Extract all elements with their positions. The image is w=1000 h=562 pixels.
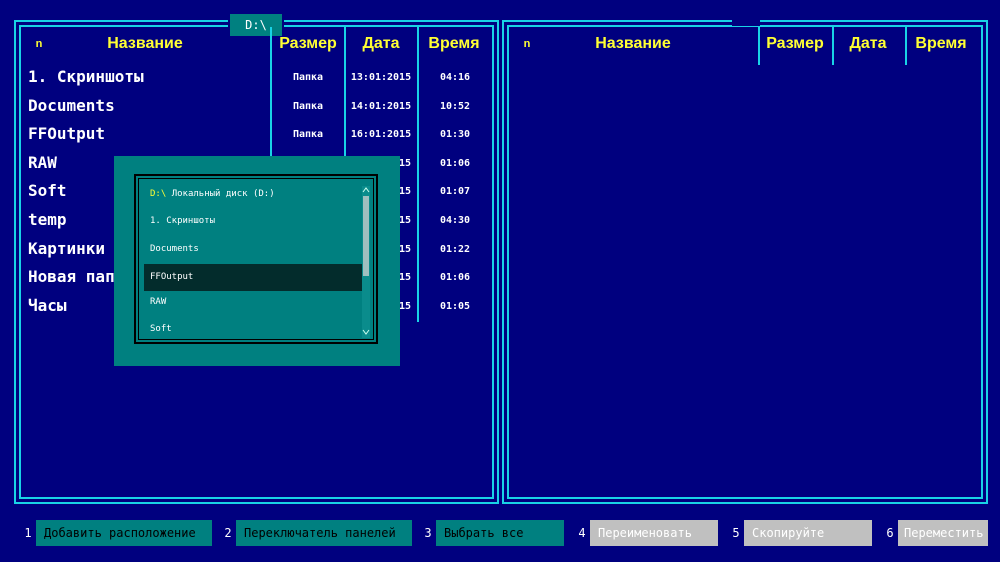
- scroll-thumb[interactable]: [363, 196, 369, 276]
- add-location-button[interactable]: Добавить расположение: [36, 520, 212, 546]
- dialog-item[interactable]: Documents: [144, 236, 366, 263]
- list-item-time: 01:22: [439, 244, 471, 255]
- fkey-6: 6 Переместить: [884, 520, 988, 546]
- left-header-time[interactable]: Время: [419, 26, 489, 62]
- fkey-4: 4 Переименовать: [576, 520, 718, 546]
- fkey-3: 3 Выбрать все: [422, 520, 564, 546]
- list-item-name[interactable]: Documents: [28, 96, 115, 115]
- list-item-name[interactable]: 1. Скриншоты: [28, 67, 144, 86]
- list-item-time: 01:06: [439, 272, 471, 283]
- left-header-date[interactable]: Дата: [346, 26, 416, 62]
- right-panel-inner-border: [507, 25, 983, 499]
- fkey-1: 1 Добавить расположение: [22, 520, 212, 546]
- dialog-scrollbar[interactable]: [362, 186, 370, 338]
- list-item-date: 16:01:2015: [350, 129, 412, 140]
- right-column-divider-2: [832, 27, 834, 65]
- list-item-name[interactable]: RAW: [28, 153, 57, 172]
- right-file-panel[interactable]: [502, 20, 988, 504]
- move-button[interactable]: Переместить: [898, 520, 988, 546]
- list-item-time: 01:30: [439, 129, 471, 140]
- list-item-size: Папка: [292, 129, 324, 140]
- select-all-button[interactable]: Выбрать все: [436, 520, 564, 546]
- copy-button[interactable]: Скопируйте: [744, 520, 872, 546]
- list-item-name[interactable]: Soft: [28, 181, 67, 200]
- list-item-name[interactable]: temp: [28, 210, 67, 229]
- fkey-number: 3: [424, 526, 432, 540]
- fkey-2: 2 Переключатель панелей: [222, 520, 412, 546]
- dialog-item[interactable]: Soft: [144, 316, 366, 343]
- fkey-number: 4: [578, 526, 586, 540]
- left-header-n[interactable]: n: [30, 26, 48, 62]
- left-header-name[interactable]: Название: [60, 26, 230, 62]
- list-item-time: 01:06: [439, 158, 471, 169]
- list-item-size: Папка: [292, 72, 324, 83]
- left-header-size[interactable]: Размер: [273, 26, 343, 62]
- list-item-name[interactable]: FFOutput: [28, 124, 105, 143]
- dialog-item[interactable]: 1. Скриншоты: [144, 208, 366, 235]
- rename-button[interactable]: Переименовать: [590, 520, 718, 546]
- list-item-time: 04:30: [439, 215, 471, 226]
- fkey-number: 5: [732, 526, 740, 540]
- dialog-item-selected[interactable]: FFOutput: [144, 264, 366, 291]
- right-header-date[interactable]: Дата: [833, 26, 903, 62]
- dialog-item-label: Локальный диск (D:): [171, 189, 275, 199]
- fkey-number: 6: [886, 526, 894, 540]
- right-header-time[interactable]: Время: [906, 26, 976, 62]
- list-item-date: 14:01:2015: [350, 101, 412, 112]
- list-item-time: 01:05: [439, 301, 471, 312]
- list-item-date: 13:01:2015: [350, 72, 412, 83]
- list-item-size: Папка: [292, 101, 324, 112]
- right-header-n[interactable]: n: [518, 26, 536, 62]
- right-header-size[interactable]: Размер: [760, 26, 830, 62]
- right-panel-title-gap: [732, 18, 760, 26]
- drive-select-dialog[interactable]: D:\ Локальный диск (D:) 1. Скриншоты Doc…: [114, 156, 400, 366]
- drive-letter: D:\: [150, 189, 167, 199]
- dialog-item-drive[interactable]: D:\ Локальный диск (D:): [144, 181, 366, 208]
- list-item-name[interactable]: Часы: [28, 296, 67, 315]
- fkey-5: 5 Скопируйте: [730, 520, 872, 546]
- right-column-divider-3: [905, 27, 907, 65]
- list-item-time: 04:16: [439, 72, 471, 83]
- right-header-name[interactable]: Название: [548, 26, 718, 62]
- switch-panels-button[interactable]: Переключатель панелей: [236, 520, 412, 546]
- fkey-number: 2: [224, 526, 232, 540]
- list-item-time: 10:52: [439, 101, 471, 112]
- list-item-time: 01:07: [439, 186, 471, 197]
- list-item-name[interactable]: Картинки: [28, 239, 105, 258]
- right-column-divider-1: [758, 27, 760, 65]
- dialog-item[interactable]: RAW: [144, 289, 366, 316]
- list-item-name[interactable]: Новая папк: [28, 267, 124, 286]
- fkey-number: 1: [24, 526, 32, 540]
